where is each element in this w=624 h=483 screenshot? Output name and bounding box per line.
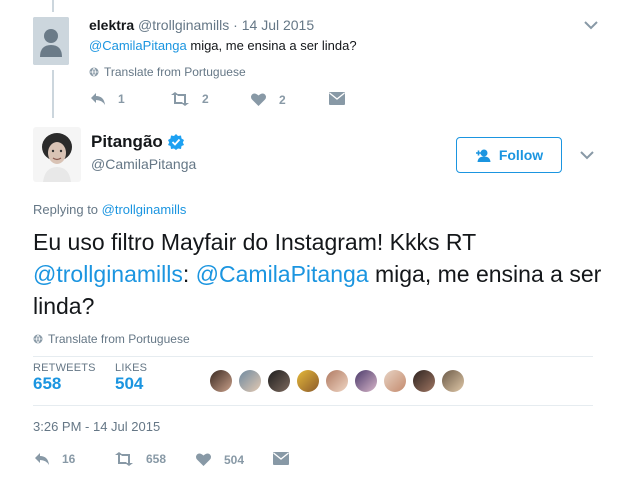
main-retweet-count: 658 bbox=[146, 452, 167, 466]
stats-divider-bottom bbox=[33, 405, 593, 406]
main-text-part1: Eu uso filtro Mayfair do Instagram! Kkks… bbox=[33, 229, 477, 255]
heart-icon bbox=[196, 453, 211, 466]
main-translate-label: Translate from Portuguese bbox=[48, 332, 190, 346]
reply-date[interactable]: 14 Jul 2015 bbox=[242, 17, 314, 33]
retweets-stat[interactable]: RETWEETS 658 bbox=[33, 362, 96, 394]
reply-mention-link[interactable]: @CamilaPitanga bbox=[89, 38, 187, 53]
main-reply-action[interactable]: 16 bbox=[34, 452, 75, 466]
main-timestamp[interactable]: 3:26 PM - 14 Jul 2015 bbox=[33, 419, 160, 434]
main-like-count: 504 bbox=[224, 452, 245, 467]
main-chevron-down-icon[interactable] bbox=[579, 150, 595, 160]
reply-dm-action[interactable] bbox=[329, 92, 357, 105]
main-retweet-action[interactable]: 658 bbox=[114, 452, 166, 466]
retweets-value: 658 bbox=[33, 374, 62, 393]
reply-retweet-count: 2 bbox=[202, 92, 209, 106]
main-display-name: Pitangão bbox=[91, 132, 163, 151]
dm-icon bbox=[273, 452, 289, 465]
reply-separator: · bbox=[233, 17, 238, 33]
liker-avatar[interactable] bbox=[355, 370, 377, 392]
follow-button-label: Follow bbox=[498, 147, 544, 163]
main-text-colon: : bbox=[182, 261, 196, 287]
reply-like-action[interactable]: 2 bbox=[250, 92, 286, 107]
main-display-name-row[interactable]: Pitangão bbox=[91, 132, 184, 152]
main-reply-count: 16 bbox=[62, 452, 76, 466]
likes-stat[interactable]: LIKES 504 bbox=[115, 362, 147, 394]
liker-avatar[interactable] bbox=[442, 370, 464, 392]
liker-avatar[interactable] bbox=[210, 370, 232, 392]
reply-translate-link[interactable]: Translate from Portuguese bbox=[89, 65, 246, 79]
follow-button[interactable]: Follow bbox=[456, 137, 562, 173]
main-dm-action[interactable] bbox=[273, 452, 301, 465]
dm-icon bbox=[329, 92, 345, 105]
replying-to-line: Replying to @trollginamills bbox=[33, 202, 186, 217]
replying-to-link[interactable]: @trollginamills bbox=[102, 202, 187, 217]
likes-value: 504 bbox=[115, 374, 144, 393]
liker-avatar[interactable] bbox=[384, 370, 406, 392]
avatar-default[interactable] bbox=[33, 17, 69, 65]
retweet-icon bbox=[115, 452, 133, 466]
reply-icon bbox=[35, 453, 49, 465]
liker-avatar[interactable] bbox=[297, 370, 319, 392]
reply-display-name[interactable]: elektra bbox=[89, 17, 134, 33]
retweet-icon bbox=[171, 92, 189, 106]
stats-divider-top bbox=[33, 356, 593, 357]
reply-icon bbox=[91, 93, 105, 105]
reply-reply-action[interactable]: 1 bbox=[90, 92, 125, 106]
retweets-label: RETWEETS bbox=[33, 362, 96, 374]
follow-user-icon bbox=[475, 149, 491, 162]
likes-label: LIKES bbox=[115, 362, 148, 374]
reply-chevron-down-icon[interactable] bbox=[583, 20, 599, 30]
main-like-action[interactable]: 504 bbox=[195, 452, 244, 467]
globe-icon bbox=[89, 67, 99, 77]
liker-avatar[interactable] bbox=[239, 370, 261, 392]
thread-line-top bbox=[52, 0, 54, 12]
reply-reply-count: 1 bbox=[118, 92, 125, 106]
replying-to-prefix: Replying to bbox=[33, 202, 102, 217]
verified-badge-icon bbox=[167, 134, 184, 150]
reply-text-body: miga, me ensina a ser linda? bbox=[186, 38, 357, 53]
reply-tweet-header: elektra @trollginamills · 14 Jul 2015 bbox=[89, 17, 314, 33]
globe-icon bbox=[33, 334, 43, 344]
main-translate-link[interactable]: Translate from Portuguese bbox=[33, 332, 190, 346]
main-avatar[interactable] bbox=[33, 127, 81, 182]
heart-icon bbox=[251, 93, 266, 106]
thread-line-bottom bbox=[52, 70, 54, 118]
reply-handle[interactable]: @trollginamills bbox=[138, 17, 229, 33]
main-mention-camilapitanga[interactable]: @CamilaPitanga bbox=[196, 261, 369, 287]
reply-translate-label: Translate from Portuguese bbox=[104, 65, 246, 79]
reply-retweet-action[interactable]: 2 bbox=[170, 92, 209, 106]
liker-avatar[interactable] bbox=[413, 370, 435, 392]
reply-tweet-text: @CamilaPitanga miga, me ensina a ser lin… bbox=[89, 38, 357, 53]
liker-avatar[interactable] bbox=[326, 370, 348, 392]
main-tweet-text: Eu uso filtro Mayfair do Instagram! Kkks… bbox=[33, 226, 603, 322]
reply-like-count: 2 bbox=[279, 92, 286, 107]
main-mention-trollginamills[interactable]: @trollginamills bbox=[33, 261, 183, 287]
main-handle[interactable]: @CamilaPitanga bbox=[91, 156, 196, 172]
liker-avatar[interactable] bbox=[268, 370, 290, 392]
